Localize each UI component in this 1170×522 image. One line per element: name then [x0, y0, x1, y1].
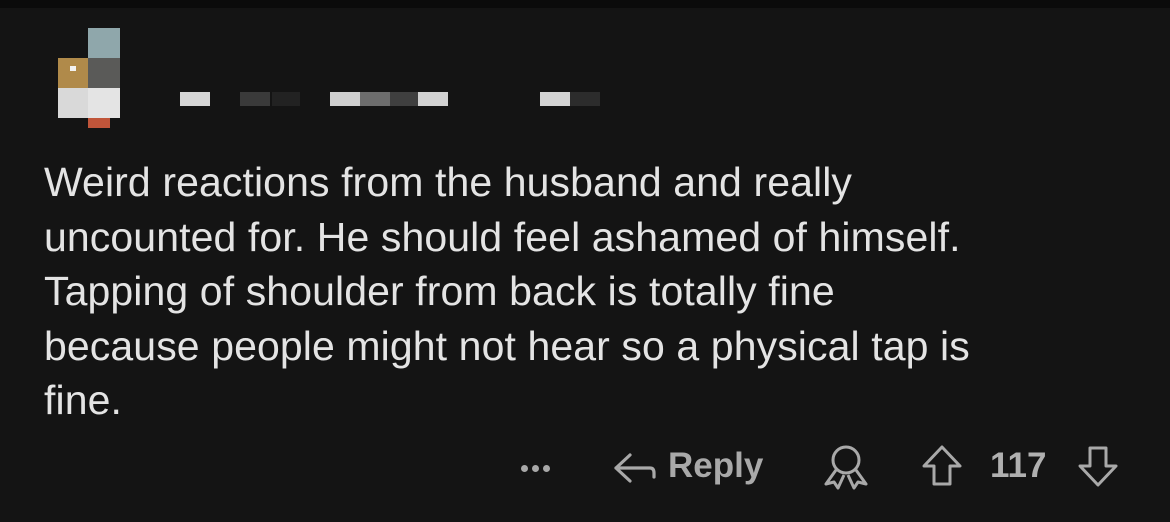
comment-card: Weird reactions from the husband and rea… [0, 0, 1170, 522]
more-options-button[interactable] [517, 452, 565, 482]
comment-line: Tapping of shoulder from back is totally… [44, 268, 835, 314]
avatar[interactable] [58, 28, 120, 132]
downvote-button[interactable] [1074, 442, 1122, 490]
comment-line: because people might not hear so a physi… [44, 322, 970, 369]
downvote-arrow-icon [1078, 446, 1118, 487]
comment-body: Weird reactions from the husband and rea… [44, 155, 1134, 428]
ellipsis-icon [521, 465, 528, 472]
comment-actions: Reply 117 [0, 438, 1170, 494]
comment-line: uncounted for. He should feel ashamed of… [44, 213, 961, 260]
upvote-button[interactable] [918, 442, 966, 490]
reply-button[interactable]: Reply [612, 442, 763, 490]
comment-line: fine. [44, 377, 122, 423]
reply-arrow-icon [614, 453, 656, 483]
top-divider [0, 0, 1170, 8]
reply-label: Reply [668, 446, 764, 485]
comment-line: Weird reactions from the husband and rea… [44, 159, 853, 205]
upvote-arrow-icon [922, 445, 962, 486]
award-button[interactable] [820, 442, 872, 490]
award-icon [824, 445, 868, 490]
vote-score: 117 [990, 446, 1047, 485]
